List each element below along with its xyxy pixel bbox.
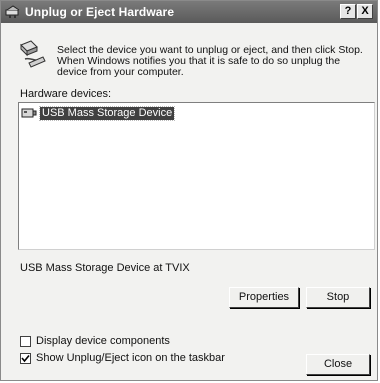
- display-components-option[interactable]: Display device components: [20, 335, 170, 347]
- eject-hardware-icon: [5, 5, 20, 18]
- properties-button[interactable]: Properties: [229, 287, 299, 308]
- unplug-eject-dialog: Unplug or Eject Hardware ? X Select the …: [0, 0, 378, 381]
- stop-button[interactable]: Stop: [306, 287, 370, 308]
- help-button[interactable]: ?: [340, 4, 356, 19]
- window-title: Unplug or Eject Hardware: [25, 5, 175, 19]
- checkmark-icon: [21, 354, 30, 362]
- title-bar[interactable]: Unplug or Eject Hardware ? X: [1, 1, 377, 23]
- device-label: USB Mass Storage Device: [38, 105, 176, 121]
- hardware-devices-list[interactable]: USB Mass Storage Device: [18, 102, 375, 250]
- list-item[interactable]: USB Mass Storage Device: [21, 105, 176, 121]
- show-taskbar-icon-option[interactable]: Show Unplug/Eject icon on the taskbar: [20, 352, 225, 364]
- hardware-devices-label: Hardware devices:: [20, 88, 112, 100]
- usb-device-icon: [21, 108, 37, 118]
- show-taskbar-icon-label: Show Unplug/Eject icon on the taskbar: [36, 352, 225, 364]
- display-components-checkbox[interactable]: [20, 335, 31, 347]
- close-window-button[interactable]: X: [357, 4, 373, 19]
- show-taskbar-icon-checkbox[interactable]: [20, 352, 31, 364]
- instructions-text: Select the device you want to unplug or …: [57, 44, 363, 78]
- selected-device-description: USB Mass Storage Device at TVIX: [20, 262, 190, 274]
- hardware-eject-icon: [20, 40, 46, 68]
- close-button[interactable]: Close: [306, 354, 370, 375]
- display-components-label: Display device components: [36, 335, 170, 347]
